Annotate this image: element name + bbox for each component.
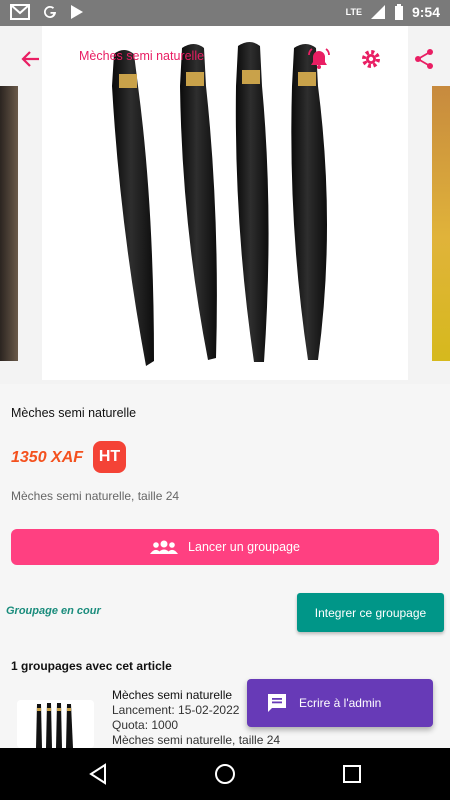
settings-button[interactable] <box>356 44 386 74</box>
write-admin-label: Ecrire à l'admin <box>299 696 382 710</box>
launch-groupage-label: Lancer un groupage <box>188 540 300 554</box>
status-bar: LTE 9:54 <box>0 0 450 26</box>
system-status: LTE 9:54 <box>346 3 440 21</box>
groupage-thumbnail <box>17 700 94 748</box>
bell-icon <box>308 48 330 69</box>
back-triangle-icon <box>89 763 106 785</box>
nav-home-button[interactable] <box>213 762 237 786</box>
share-button[interactable] <box>409 44 439 74</box>
launch-groupage-button[interactable]: Lancer un groupage <box>11 529 439 565</box>
signal-icon <box>370 5 385 19</box>
battery-icon <box>394 4 403 20</box>
product-name: Mèches semi naturelle <box>11 406 137 420</box>
next-image-peek[interactable] <box>432 86 450 361</box>
write-admin-button[interactable]: Ecrire à l'admin <box>247 679 433 727</box>
recents-square-icon <box>343 765 361 783</box>
gmail-icon <box>10 4 30 20</box>
home-circle-icon <box>215 764 235 784</box>
product-image <box>42 26 408 380</box>
nav-recents-button[interactable] <box>340 762 364 786</box>
product-price: 1350 XAF <box>11 449 84 466</box>
integrate-groupage-button[interactable]: Integrer ce groupage <box>297 593 444 632</box>
groupage-status: Groupage en cour <box>6 605 101 617</box>
share-icon <box>415 49 433 69</box>
previous-image-peek[interactable] <box>0 86 18 361</box>
groupage-description: Mèches semi naturelle, taille 24 <box>112 733 281 747</box>
clock: 9:54 <box>411 4 440 20</box>
message-icon <box>268 694 286 712</box>
play-store-icon <box>71 5 83 19</box>
notification-icons <box>10 4 84 20</box>
group-icon <box>150 540 179 554</box>
groupages-count: 1 groupages avec cet article <box>11 659 172 673</box>
navigation-bar <box>0 748 450 800</box>
network-label: LTE <box>345 7 362 17</box>
page-title: Mèches semi naturelle <box>79 49 205 63</box>
notification-button[interactable] <box>304 44 334 74</box>
product-description: Mèches semi naturelle, taille 24 <box>11 489 180 503</box>
google-icon <box>44 5 56 18</box>
back-arrow-icon <box>21 51 39 67</box>
hair-bundles-image <box>112 42 327 366</box>
tax-badge: HT <box>93 441 126 473</box>
nav-back-button[interactable] <box>86 762 110 786</box>
gear-icon <box>362 50 380 68</box>
product-image-carousel[interactable] <box>0 26 450 384</box>
back-button[interactable] <box>16 44 46 74</box>
hair-thumbnail-image <box>17 700 94 748</box>
